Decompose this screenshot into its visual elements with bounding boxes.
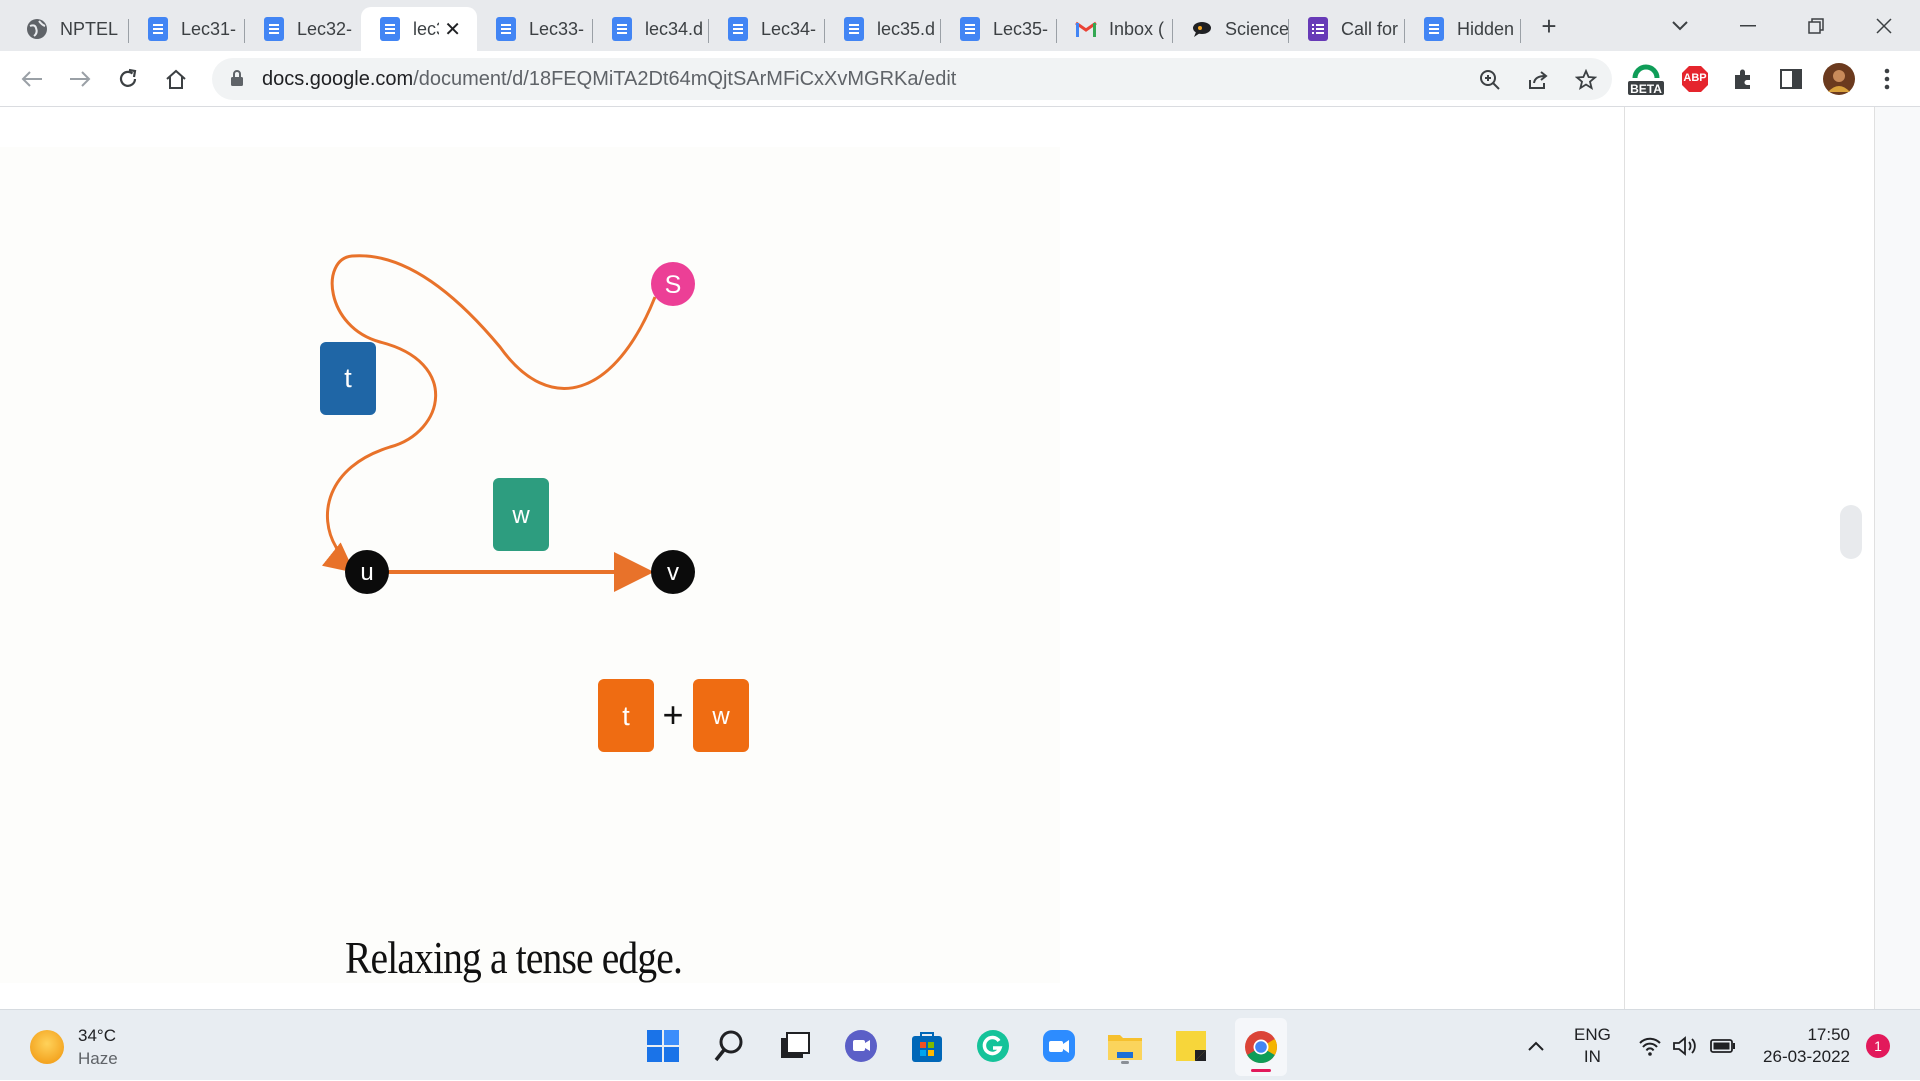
side-margin	[1624, 107, 1874, 1009]
google-docs-icon	[263, 17, 285, 41]
google-docs-icon	[379, 17, 401, 41]
microsoft-store-icon[interactable]	[905, 1024, 949, 1068]
weight-t-label: t	[344, 363, 352, 393]
tab-lec34d[interactable]: lec34.d	[593, 7, 709, 51]
clock-time: 17:50	[1807, 1024, 1850, 1044]
google-docs-icon	[959, 17, 981, 41]
zoom-app-icon[interactable]	[1037, 1024, 1081, 1068]
google-docs-icon	[843, 17, 865, 41]
weight-w-label: w	[511, 502, 530, 529]
task-view-icon[interactable]	[773, 1024, 817, 1068]
clock-date: 26-03-2022	[1763, 1046, 1850, 1066]
active-app-indicator	[1251, 1069, 1271, 1072]
volume-icon[interactable]	[1672, 1010, 1698, 1081]
language-indicator[interactable]: ENG IN	[1574, 1010, 1614, 1081]
share-icon[interactable]	[1524, 66, 1552, 94]
tab-lec33[interactable]: Lec33-	[477, 7, 593, 51]
windows-start-icon[interactable]	[641, 1024, 685, 1068]
side-panel-icon[interactable]	[1772, 60, 1810, 98]
wifi-icon[interactable]	[1638, 1010, 1662, 1081]
address-bar[interactable]: docs.google.com/document/d/18FEQMiTA2Dt6…	[212, 58, 1612, 100]
document-viewport: S u v t w t + w Relaxing a tense edge.	[0, 107, 1920, 1009]
extensions-puzzle-icon[interactable]	[1724, 60, 1762, 98]
tab-nptel[interactable]: NPTEL	[8, 7, 129, 51]
tab-lec35d[interactable]: lec35.d	[825, 7, 941, 51]
notification-badge[interactable]: 1	[1866, 1034, 1890, 1058]
more-menu-icon[interactable]	[1868, 60, 1906, 98]
figure-caption: Relaxing a tense edge.	[345, 932, 683, 983]
show-hidden-icons-chevron[interactable]	[1527, 1010, 1545, 1081]
tab-science[interactable]: Science	[1173, 7, 1289, 51]
close-tab-icon[interactable]: ✕	[444, 17, 461, 42]
url-text[interactable]: docs.google.com/document/d/18FEQMiTA2Dt6…	[262, 68, 956, 91]
scrollbar-thumb[interactable]	[1840, 505, 1862, 559]
chat-bubble-icon	[1191, 18, 1213, 40]
google-docs-icon	[611, 17, 633, 41]
reload-icon[interactable]	[108, 59, 148, 99]
google-docs-icon	[1423, 17, 1445, 41]
battery-icon[interactable]	[1710, 1010, 1736, 1081]
tab-lec35[interactable]: Lec35-	[941, 7, 1057, 51]
clock[interactable]: 17:50 26-03-2022	[1752, 1010, 1850, 1081]
node-v-label: v	[667, 559, 679, 586]
tab-lec3-active[interactable]: lec3 ✕	[361, 7, 477, 51]
sum-plus-sign: +	[662, 694, 683, 735]
weather-sun-icon	[30, 1030, 64, 1064]
running-indicator	[1121, 1061, 1129, 1064]
adblock-plus-icon[interactable]: ABP	[1676, 60, 1714, 98]
document-page: S u v t w t + w Relaxing a tense edge.	[0, 107, 1624, 1009]
weather-condition: Haze	[78, 1049, 118, 1068]
gmail-icon	[1075, 18, 1097, 40]
zoom-icon[interactable]	[1476, 66, 1504, 94]
chrome-taskbar-icon[interactable]	[1235, 1018, 1287, 1076]
close-window-icon[interactable]	[1864, 6, 1904, 46]
grammarly-icon[interactable]	[971, 1024, 1015, 1068]
tab-call-for[interactable]: Call for	[1289, 7, 1405, 51]
graph-diagram: S u v t w t + w	[320, 254, 749, 752]
node-u-label: u	[360, 559, 373, 586]
new-tab-button[interactable]: +	[1529, 6, 1569, 46]
google-docs-icon	[727, 17, 749, 41]
sum-w-label: w	[711, 703, 730, 730]
temperature: 34°C	[78, 1026, 116, 1045]
node-s-label: S	[665, 271, 682, 299]
lock-icon[interactable]	[230, 69, 244, 87]
search-icon[interactable]	[707, 1024, 751, 1068]
sticky-notes-icon[interactable]	[1169, 1024, 1213, 1068]
tab-lec34[interactable]: Lec34-	[709, 7, 825, 51]
restore-icon[interactable]	[1796, 6, 1836, 46]
extension-beta-icon[interactable]: BETA	[1627, 60, 1665, 98]
minimize-icon[interactable]	[1728, 6, 1768, 46]
windows-taskbar: 34°C Haze ENG IN 17:50 26-03-2022 1	[0, 1009, 1920, 1080]
globe-icon	[26, 18, 48, 40]
home-icon[interactable]	[156, 59, 196, 99]
teams-chat-icon[interactable]	[839, 1024, 883, 1068]
browser-toolbar: docs.google.com/document/d/18FEQMiTA2Dt6…	[0, 51, 1920, 107]
sum-t-label: t	[622, 701, 630, 731]
tab-hidden[interactable]: Hidden	[1405, 7, 1521, 51]
tab-lec32[interactable]: Lec32-	[245, 7, 361, 51]
google-forms-icon	[1307, 17, 1329, 41]
forward-arrow-icon[interactable]	[60, 59, 100, 99]
weather-widget[interactable]: 34°C Haze	[30, 1024, 118, 1070]
file-explorer-icon[interactable]	[1103, 1024, 1147, 1068]
tab-lec31[interactable]: Lec31-	[129, 7, 245, 51]
back-arrow-icon[interactable]	[12, 59, 52, 99]
tab-search-chevron-icon[interactable]	[1660, 6, 1700, 46]
tab-inbox[interactable]: Inbox (	[1057, 7, 1173, 51]
tab-strip: NPTEL Lec31- Lec32- lec3 ✕ Lec33- lec34.…	[0, 0, 1920, 51]
google-docs-icon	[495, 17, 517, 41]
profile-avatar[interactable]	[1820, 60, 1858, 98]
bookmark-star-icon[interactable]	[1572, 66, 1600, 94]
path-s-to-u	[321, 254, 657, 573]
embedded-figure: S u v t w t + w Relaxing a tense edge.	[0, 147, 1060, 983]
google-docs-icon	[147, 17, 169, 41]
scrollbar-track	[1874, 107, 1875, 1009]
